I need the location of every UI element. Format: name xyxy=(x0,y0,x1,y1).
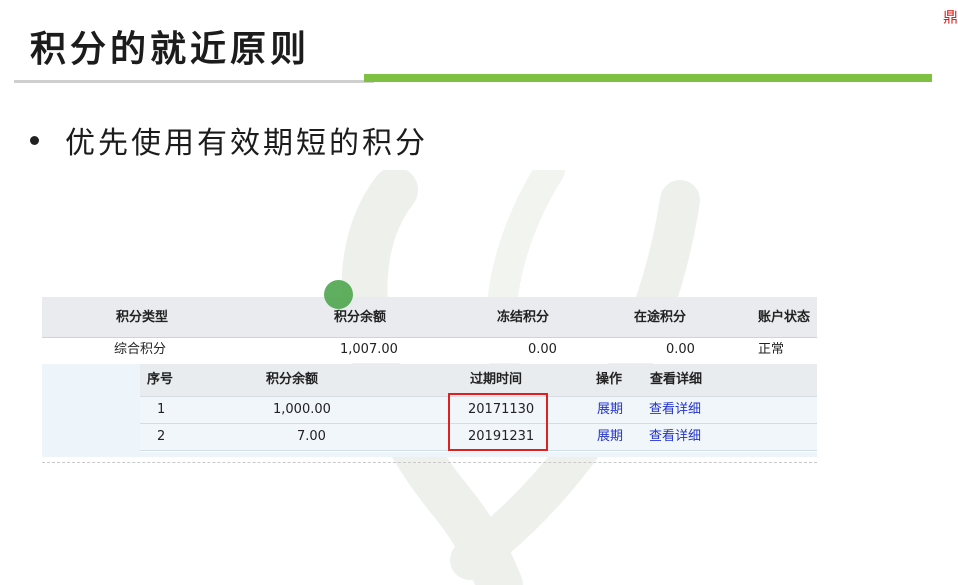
detail-cell-index: 2 xyxy=(157,429,166,444)
detail-header-balance: 积分余额 xyxy=(266,372,319,387)
expiry-highlight-box xyxy=(448,393,548,451)
summary-cell-type: 综合积分 xyxy=(114,342,167,357)
pointer-dot-icon xyxy=(324,280,353,309)
detail-header-action: 操作 xyxy=(596,372,623,387)
summary-cell-in-transit: 0.00 xyxy=(666,342,695,357)
detail-expansion-area: 序号 积分余额 过期时间 操作 查看详细 1 1,000.00 20171130… xyxy=(42,364,817,457)
detail-header-index: 序号 xyxy=(147,372,174,387)
summary-header-row: 积分类型 积分余额 冻结积分 在途积分 账户状态 xyxy=(42,297,817,338)
title-underline-grey xyxy=(14,80,374,83)
extend-link[interactable]: 展期 xyxy=(597,427,623,447)
summary-row: 综合积分 1,007.00 0.00 0.00 正常 xyxy=(42,338,817,363)
view-details-link[interactable]: 查看详细 xyxy=(649,400,701,420)
table-bottom-divider xyxy=(42,462,817,463)
detail-cell-balance: 7.00 xyxy=(297,429,326,444)
slide-title: 积分的就近原则 xyxy=(30,28,311,70)
bullet-dot-icon xyxy=(30,135,39,145)
summary-header-in-transit: 在途积分 xyxy=(634,310,687,325)
view-details-link[interactable]: 查看详细 xyxy=(649,427,701,447)
detail-cell-balance: 1,000.00 xyxy=(273,402,331,417)
bullet-text: 优先使用有效期短的积分 xyxy=(65,126,428,161)
bullet-item: 优先使用有效期短的积分 xyxy=(30,118,428,162)
summary-header-balance: 积分余额 xyxy=(334,310,387,325)
detail-header-view: 查看详细 xyxy=(650,372,703,387)
detail-cell-index: 1 xyxy=(157,402,166,417)
summary-cell-frozen: 0.00 xyxy=(528,342,557,357)
title-underline-green xyxy=(364,74,932,82)
detail-header-expiry: 过期时间 xyxy=(470,372,523,387)
summary-cell-balance: 1,007.00 xyxy=(340,342,398,357)
extend-link[interactable]: 展期 xyxy=(597,400,623,420)
points-table-screenshot: 积分类型 积分余额 冻结积分 在途积分 账户状态 综合积分 1,007.00 0… xyxy=(42,297,817,467)
slide: 鼎 积分的就近原则 优先使用有效期短的积分 积分类型 积分余额 冻结积分 在途积… xyxy=(0,0,958,585)
summary-cell-status: 正常 xyxy=(758,342,785,357)
summary-header-status: 账户状态 xyxy=(758,310,811,325)
corner-logo-char: 鼎 xyxy=(942,8,958,26)
summary-header-type: 积分类型 xyxy=(116,310,169,325)
summary-header-frozen: 冻结积分 xyxy=(497,310,550,325)
